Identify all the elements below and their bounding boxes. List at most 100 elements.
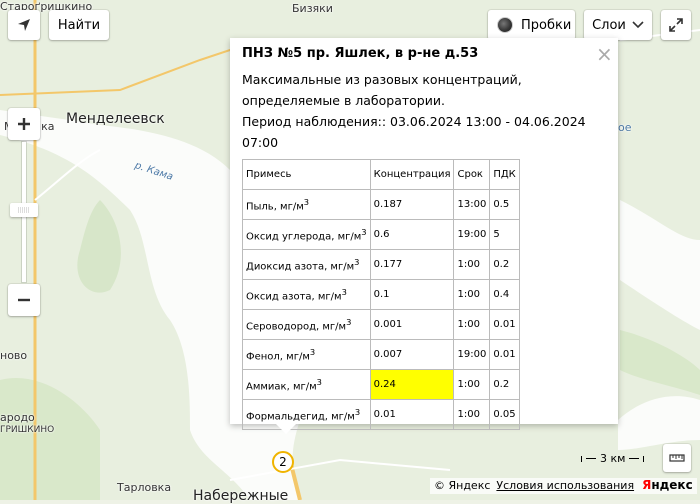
time-value-text: 1:00 <box>457 409 480 420</box>
plus-icon <box>18 118 30 130</box>
balloon-description-line-1: Максимальные из разовых концентраций, <box>242 72 522 87</box>
pollutant-name-text: Пыль, мг/м <box>246 201 304 213</box>
time-value: 19:00 <box>453 339 491 370</box>
traffic-button[interactable]: Пробки <box>488 10 575 40</box>
time-value: 1:00 <box>453 309 491 340</box>
pollutant-name: Формальдегид, мг/м3 <box>242 399 371 430</box>
unit-superscript: 3 <box>361 226 367 237</box>
concentration-value: 0.001 <box>369 309 455 340</box>
time-value: 1:00 <box>453 249 491 280</box>
traffic-light-icon <box>497 17 513 33</box>
map-label-naberezhnye: Набережные <box>193 488 289 504</box>
traffic-label: Пробки <box>521 17 572 33</box>
location-arrow-icon <box>18 19 30 31</box>
unit-superscript: 3 <box>309 346 316 357</box>
grip-icon <box>18 207 30 213</box>
time-value-text: 1:00 <box>457 259 480 270</box>
pdk-value: 5 <box>489 219 520 250</box>
pollutant-name: Диоксид азота, мг/м3 <box>242 249 371 280</box>
find-button[interactable]: Найти <box>49 10 109 40</box>
station-marker[interactable]: 2 <box>272 451 294 473</box>
scale-label: 3 км <box>600 452 626 465</box>
unit-superscript: 3 <box>316 376 322 387</box>
ruler-button[interactable] <box>663 444 691 472</box>
table-header-row: Примесь Концентрация Срок ПДК <box>242 159 520 190</box>
close-icon[interactable]: × <box>596 44 613 64</box>
time-value: 19:00 <box>453 219 491 250</box>
time-value-text: 1:00 <box>457 289 480 300</box>
station-info-balloon: × ПНЗ №5 пр. Яшлек, в р-не д.53 Максимал… <box>230 38 618 430</box>
table-row: Сероводород, мг/м3 0.001 1:00 0.01 <box>242 309 520 340</box>
pdk-value: 0.01 <box>489 339 520 370</box>
pdk-value-text: 0.05 <box>493 409 516 420</box>
concentration-value-text: 0.187 <box>373 199 403 210</box>
pollutants-table: Примесь Концентрация Срок ПДК Пыль, мг/м… <box>242 159 520 430</box>
pdk-value: 0.2 <box>489 369 520 400</box>
layers-label: Слои <box>592 17 626 33</box>
fullscreen-button[interactable] <box>661 10 691 40</box>
pdk-value-text: 0.2 <box>493 259 510 270</box>
unit-superscript: 3 <box>354 406 361 417</box>
time-value-text: 13:00 <box>457 199 487 210</box>
pollutant-name-text: Оксид углерода, мг/м <box>246 231 362 243</box>
table-row: Аммиак, мг/м3 0.24 1:00 0.2 <box>242 369 520 400</box>
map-copyright: © Яндекс Условия использования Яндекс <box>430 478 697 494</box>
geolocation-button[interactable] <box>8 10 40 40</box>
time-value: 1:00 <box>453 369 491 400</box>
copyright-text: © Яндекс <box>434 479 491 492</box>
pdk-value-text: 5 <box>493 229 500 240</box>
time-value: 1:00 <box>453 399 491 430</box>
concentration-value: 0.177 <box>369 249 455 280</box>
time-value: 13:00 <box>453 189 491 220</box>
pdk-value: 0.5 <box>489 189 520 220</box>
chevron-down-icon <box>632 21 644 29</box>
table-row: Диоксид азота, мг/м3 0.177 1:00 0.2 <box>242 249 520 280</box>
layers-button[interactable]: Слои <box>584 10 652 40</box>
pollutant-name-text: Аммиак, мг/м <box>246 381 317 393</box>
pdk-value-text: 0.4 <box>493 289 510 300</box>
pollutant-name: Оксид азота, мг/м3 <box>242 279 371 310</box>
expand-icon <box>669 18 683 32</box>
header-time: Срок <box>453 159 491 190</box>
unit-superscript: 3 <box>346 316 352 327</box>
time-value-text: 19:00 <box>457 229 487 240</box>
concentration-value-text: 0.1 <box>373 289 390 300</box>
map-label-mendeleevsk: Менделеевск <box>66 111 165 127</box>
scale-ruler: 3 км <box>581 452 645 465</box>
table-row: Фенол, мг/м3 0.007 19:00 0.01 <box>242 339 520 370</box>
concentration-value-text: 0.177 <box>373 259 403 270</box>
time-value-text: 1:00 <box>457 379 480 390</box>
pdk-value: 0.01 <box>489 309 520 340</box>
pdk-value: 0.2 <box>489 249 520 280</box>
header-pdk: ПДК <box>489 159 520 190</box>
map-label-top-center: Бизяки <box>292 2 333 15</box>
concentration-value: 0.187 <box>369 189 455 220</box>
pollutant-name-text: Сероводород, мг/м <box>246 321 347 333</box>
pollutant-name: Пыль, мг/м3 <box>242 189 371 220</box>
time-value: 1:00 <box>453 279 491 310</box>
map-label-left-grishkino: ГРИШКИНО <box>0 425 55 435</box>
concentration-value-text: 0.01 <box>373 409 396 420</box>
concentration-value: 0.1 <box>369 279 455 310</box>
yandex-logo[interactable]: Яндекс <box>642 478 693 492</box>
terms-link[interactable]: Условия использования <box>496 479 634 492</box>
concentration-value-text: 0.24 <box>373 379 396 390</box>
pollutant-name: Аммиак, мг/м3 <box>242 369 371 400</box>
concentration-value: 0.6 <box>369 219 455 250</box>
pdk-value-text: 0.01 <box>493 349 516 360</box>
zoom-out-button[interactable] <box>8 284 40 316</box>
zoom-slider-handle[interactable] <box>10 203 38 217</box>
ruler-icon <box>669 454 685 462</box>
pdk-value-text: 0.5 <box>493 199 510 210</box>
zoom-in-button[interactable] <box>8 108 40 140</box>
pollutant-name-text: Формальдегид, мг/м <box>246 411 355 423</box>
map-label-left-rodo: ародо <box>0 411 35 424</box>
pollutant-name: Сероводород, мг/м3 <box>242 309 371 340</box>
concentration-value: 0.01 <box>369 399 455 430</box>
minus-icon <box>18 298 30 302</box>
pdk-value-text: 0.01 <box>493 319 516 330</box>
pollutant-name: Фенол, мг/м3 <box>242 339 371 370</box>
concentration-value: 0.24 <box>369 369 455 400</box>
time-value-text: 19:00 <box>457 349 487 360</box>
unit-superscript: 3 <box>354 256 360 267</box>
